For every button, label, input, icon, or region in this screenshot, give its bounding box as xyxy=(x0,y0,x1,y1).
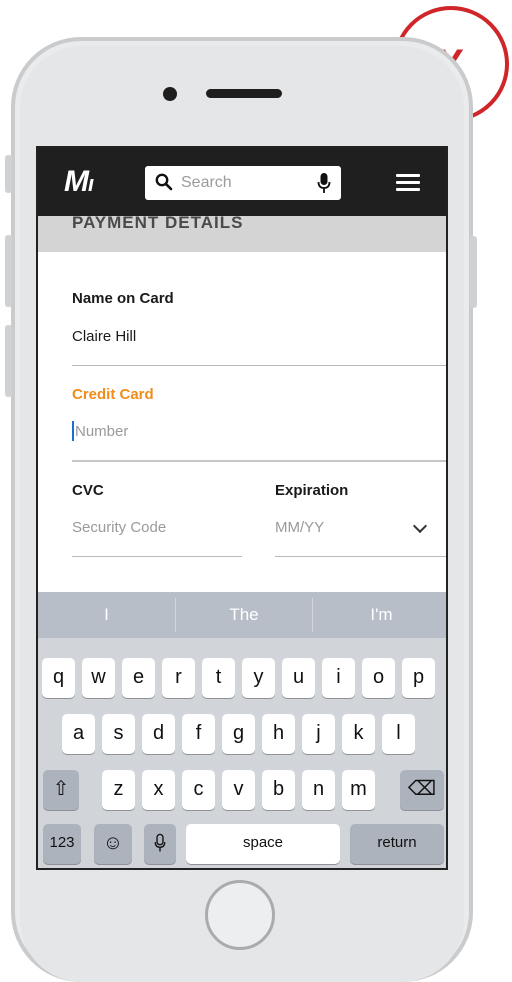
numbers-key[interactable]: 123 xyxy=(43,824,81,864)
key-f[interactable]: f xyxy=(182,714,215,754)
cvc-underline xyxy=(72,556,242,557)
microphone-icon[interactable] xyxy=(317,172,331,194)
key-i[interactable]: i xyxy=(322,658,355,698)
on-screen-keyboard: I The I'm qwertyuiop asdfghjkl zxcvbnm ⇧ ⌫… xyxy=(38,592,446,868)
volume-down-button xyxy=(5,325,12,397)
return-key[interactable]: return xyxy=(350,824,444,864)
top-navigation-bar: Mı Search xyxy=(38,148,446,216)
home-button[interactable] xyxy=(205,880,275,950)
suggestion-2[interactable]: The xyxy=(176,592,312,638)
name-on-card-label: Name on Card xyxy=(72,290,174,307)
key-k[interactable]: k xyxy=(342,714,375,754)
power-button xyxy=(470,236,477,308)
mute-switch xyxy=(5,155,12,193)
expiration-underline xyxy=(275,556,446,557)
suggestion-1[interactable]: I xyxy=(38,592,175,638)
search-icon xyxy=(155,173,173,191)
dictation-key[interactable] xyxy=(144,824,176,864)
key-r[interactable]: r xyxy=(162,658,195,698)
phone-screen: Mı Search PAYMENT DETAILS Name on Card C… xyxy=(36,146,448,870)
key-g[interactable]: g xyxy=(222,714,255,754)
credit-card-label: Credit Card xyxy=(72,386,154,403)
key-c[interactable]: c xyxy=(182,770,215,810)
key-j[interactable]: j xyxy=(302,714,335,754)
key-q[interactable]: q xyxy=(42,658,75,698)
expiration-select[interactable]: MM/YY xyxy=(275,519,324,536)
section-header: PAYMENT DETAILS xyxy=(38,213,446,252)
search-box[interactable]: Search xyxy=(145,166,341,200)
shift-key[interactable]: ⇧ xyxy=(43,770,79,810)
key-z[interactable]: z xyxy=(102,770,135,810)
credit-card-underline xyxy=(72,460,446,462)
key-s[interactable]: s xyxy=(102,714,135,754)
text-cursor xyxy=(72,421,74,441)
section-title: PAYMENT DETAILS xyxy=(72,213,244,232)
key-h[interactable]: h xyxy=(262,714,295,754)
key-b[interactable]: b xyxy=(262,770,295,810)
suggestion-3[interactable]: I'm xyxy=(313,592,446,638)
brand-logo[interactable]: Mı xyxy=(64,165,94,199)
key-o[interactable]: o xyxy=(362,658,395,698)
key-e[interactable]: e xyxy=(122,658,155,698)
key-l[interactable]: l xyxy=(382,714,415,754)
key-t[interactable]: t xyxy=(202,658,235,698)
earpiece-speaker xyxy=(206,89,282,98)
key-v[interactable]: v xyxy=(222,770,255,810)
name-on-card-input[interactable]: Claire Hill xyxy=(72,328,136,345)
credit-card-number-input[interactable]: Number xyxy=(75,423,128,440)
key-y[interactable]: y xyxy=(242,658,275,698)
expiration-label: Expiration xyxy=(275,482,349,499)
predictive-text-bar: I The I'm xyxy=(38,592,446,638)
name-field-underline xyxy=(72,365,446,366)
key-u[interactable]: u xyxy=(282,658,315,698)
chevron-down-icon[interactable] xyxy=(412,518,428,534)
key-n[interactable]: n xyxy=(302,770,335,810)
front-camera xyxy=(163,87,177,101)
delete-key[interactable]: ⌫ xyxy=(400,770,444,810)
volume-up-button xyxy=(5,235,12,307)
key-a[interactable]: a xyxy=(62,714,95,754)
key-p[interactable]: p xyxy=(402,658,435,698)
microphone-icon xyxy=(154,833,166,852)
key-w[interactable]: w xyxy=(82,658,115,698)
key-x[interactable]: x xyxy=(142,770,175,810)
hamburger-menu-icon[interactable] xyxy=(396,174,420,192)
space-key[interactable]: space xyxy=(186,824,340,864)
search-placeholder: Search xyxy=(181,174,232,191)
key-d[interactable]: d xyxy=(142,714,175,754)
cvc-input[interactable]: Security Code xyxy=(72,519,166,536)
cvc-label: CVC xyxy=(72,482,104,499)
key-m[interactable]: m xyxy=(342,770,375,810)
emoji-key[interactable]: ☺ xyxy=(94,824,132,864)
